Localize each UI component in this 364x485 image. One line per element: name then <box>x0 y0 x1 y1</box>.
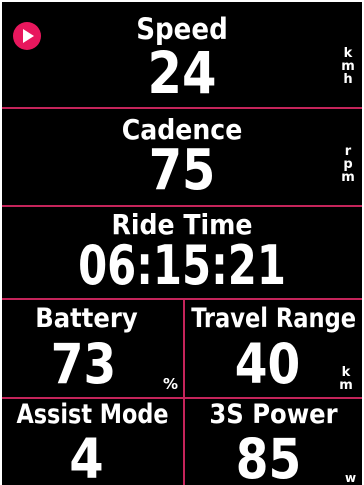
divider <box>2 397 362 399</box>
battery-label: Battery <box>35 303 138 334</box>
travel-range-unit: k m <box>339 365 353 393</box>
data-screen: Speed 24 k m h Cadence 75 r p m Ride Tim… <box>0 0 364 485</box>
battery-unit: % <box>163 375 179 393</box>
cadence-value: 75 <box>148 138 216 203</box>
cadence-unit: r p m <box>341 144 355 185</box>
speed-field: Speed 24 k m h <box>2 2 362 108</box>
ride-time-value: 06:15:21 <box>78 234 286 297</box>
travel-range-field: Travel Range 40 k m <box>185 300 362 398</box>
travel-range-label: Travel Range <box>191 303 357 334</box>
speed-unit: k m h <box>341 46 355 87</box>
power-3s-field: 3S Power 85 w <box>185 399 362 485</box>
power-3s-value: 85 <box>235 427 302 485</box>
assist-mode-value: 4 <box>69 427 104 485</box>
assist-mode-label: Assist Mode <box>16 399 169 430</box>
divider <box>2 205 362 207</box>
speed-value: 24 <box>147 39 217 107</box>
travel-range-value: 40 <box>234 332 301 396</box>
battery-field: Battery 73 % <box>2 300 183 398</box>
assist-mode-field: Assist Mode 4 <box>2 399 183 485</box>
cadence-field: Cadence 75 r p m <box>2 109 362 206</box>
battery-value: 73 <box>50 332 117 396</box>
power-3s-label: 3S Power <box>209 399 338 430</box>
divider <box>2 298 362 300</box>
power-3s-unit: w <box>345 471 357 485</box>
divider <box>183 300 185 485</box>
ride-time-field: Ride Time 06:15:21 <box>2 207 362 299</box>
divider <box>2 107 362 109</box>
